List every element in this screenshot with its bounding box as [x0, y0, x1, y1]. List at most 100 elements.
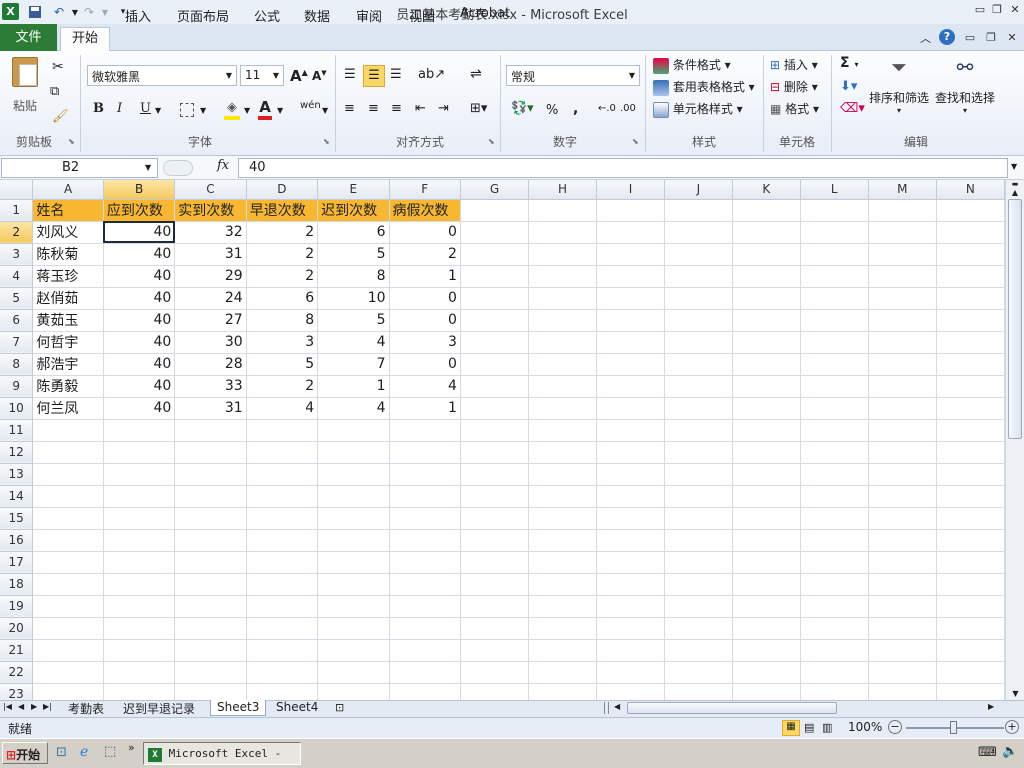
column-header[interactable]: B [103, 180, 176, 200]
cell[interactable] [460, 397, 530, 420]
cell[interactable] [389, 529, 461, 552]
value-cell[interactable]: 10 [317, 287, 390, 310]
cell[interactable] [103, 551, 176, 574]
clipboard-dialog-icon[interactable]: ⬊ [68, 137, 75, 146]
row-header[interactable]: 17 [0, 551, 34, 574]
cell[interactable] [528, 199, 598, 222]
cell[interactable] [732, 265, 801, 288]
cell[interactable] [317, 419, 390, 442]
cell[interactable] [800, 243, 869, 266]
cell[interactable] [936, 683, 1005, 700]
cell[interactable] [664, 595, 733, 618]
cell[interactable] [732, 441, 801, 464]
cell[interactable] [528, 551, 598, 574]
row-header[interactable]: 8 [0, 353, 34, 376]
cell[interactable] [596, 199, 665, 222]
cell[interactable] [596, 287, 665, 310]
cell[interactable] [32, 441, 104, 464]
cell[interactable] [460, 221, 530, 244]
cell[interactable] [800, 507, 869, 530]
cell[interactable] [800, 617, 869, 640]
cell[interactable] [246, 507, 319, 530]
taskbar-excel-button[interactable]: X Microsoft Excel - ... [143, 742, 301, 768]
row-header[interactable]: 12 [0, 441, 34, 464]
header-cell[interactable]: 姓名 [32, 199, 104, 222]
cell[interactable] [174, 683, 247, 700]
cell[interactable] [528, 397, 598, 420]
cell[interactable] [936, 221, 1005, 244]
select-all-corner[interactable] [0, 180, 34, 200]
cell[interactable] [800, 639, 869, 662]
insert-sheet-icon[interactable]: ⊡ [335, 701, 344, 714]
start-button[interactable]: ⊞开始 [2, 742, 48, 764]
border-dropdown-icon[interactable]: ▼ [200, 106, 206, 115]
column-header[interactable]: L [800, 180, 869, 200]
tab-review[interactable]: 审阅 [348, 4, 390, 27]
value-cell[interactable]: 8 [317, 265, 390, 288]
name-cell[interactable]: 何兰凤 [32, 397, 104, 420]
cell[interactable] [732, 661, 801, 684]
cell[interactable] [317, 463, 390, 486]
cell[interactable] [936, 243, 1005, 266]
cell[interactable] [936, 551, 1005, 574]
tab-formulas[interactable]: 公式 [246, 4, 288, 27]
restore-icon[interactable]: ❐ [990, 3, 1004, 17]
decrease-indent-icon[interactable]: ⇤ [415, 101, 426, 116]
column-header[interactable]: E [317, 180, 390, 200]
cell[interactable] [732, 551, 801, 574]
cell[interactable] [732, 243, 801, 266]
conditional-format-button[interactable]: 条件格式 ▾ [653, 56, 731, 74]
cell[interactable] [103, 485, 176, 508]
cell[interactable] [800, 683, 869, 700]
cell[interactable] [664, 485, 733, 508]
cell[interactable] [732, 573, 801, 596]
cell[interactable] [317, 529, 390, 552]
cell[interactable] [317, 485, 390, 508]
cell[interactable] [246, 485, 319, 508]
cell[interactable] [32, 551, 104, 574]
cell[interactable] [528, 507, 598, 530]
border-icon[interactable] [180, 103, 194, 117]
cell[interactable] [800, 287, 869, 310]
cell[interactable] [317, 441, 390, 464]
cell[interactable] [103, 683, 176, 700]
cell[interactable] [317, 639, 390, 662]
cell[interactable] [800, 353, 869, 376]
cell[interactable] [528, 265, 598, 288]
number-format-combo[interactable]: 常规 ▼ [506, 65, 640, 86]
row-header[interactable]: 20 [0, 617, 34, 640]
cell[interactable] [596, 397, 665, 420]
phonetic-dropdown-icon[interactable]: ▼ [322, 106, 328, 115]
cell[interactable] [528, 353, 598, 376]
cell[interactable] [732, 485, 801, 508]
cell[interactable] [596, 661, 665, 684]
normal-view-icon[interactable]: ▦ [782, 720, 800, 736]
zoom-slider-thumb[interactable] [950, 721, 957, 734]
cell[interactable] [389, 507, 461, 530]
value-cell[interactable]: 4 [317, 331, 390, 354]
cell[interactable] [460, 309, 530, 332]
cell[interactable] [868, 617, 937, 640]
cell[interactable] [800, 419, 869, 442]
cell[interactable] [800, 331, 869, 354]
font-color-button[interactable]: A [258, 98, 272, 120]
prev-sheet-icon[interactable]: ◀ [18, 702, 24, 711]
cell[interactable] [460, 595, 530, 618]
cell[interactable] [460, 199, 530, 222]
name-cell[interactable]: 赵俏茹 [32, 287, 104, 310]
cell[interactable] [732, 353, 801, 376]
delete-cells-button[interactable]: ⊟ 删除 ▾ [770, 78, 818, 95]
cell[interactable] [664, 375, 733, 398]
value-cell[interactable]: 31 [174, 397, 247, 420]
cell[interactable] [868, 441, 937, 464]
cell[interactable] [936, 331, 1005, 354]
row-header[interactable]: 19 [0, 595, 34, 618]
workbook-minimize-icon[interactable]: ▭ [963, 31, 977, 45]
align-left-icon[interactable]: ≡ [344, 101, 355, 116]
cell[interactable] [317, 595, 390, 618]
row-header[interactable]: 14 [0, 485, 34, 508]
cell[interactable] [103, 507, 176, 530]
cell[interactable] [732, 221, 801, 244]
tab-insert[interactable]: 插入 [117, 4, 159, 27]
header-cell[interactable]: 早退次数 [246, 199, 319, 222]
